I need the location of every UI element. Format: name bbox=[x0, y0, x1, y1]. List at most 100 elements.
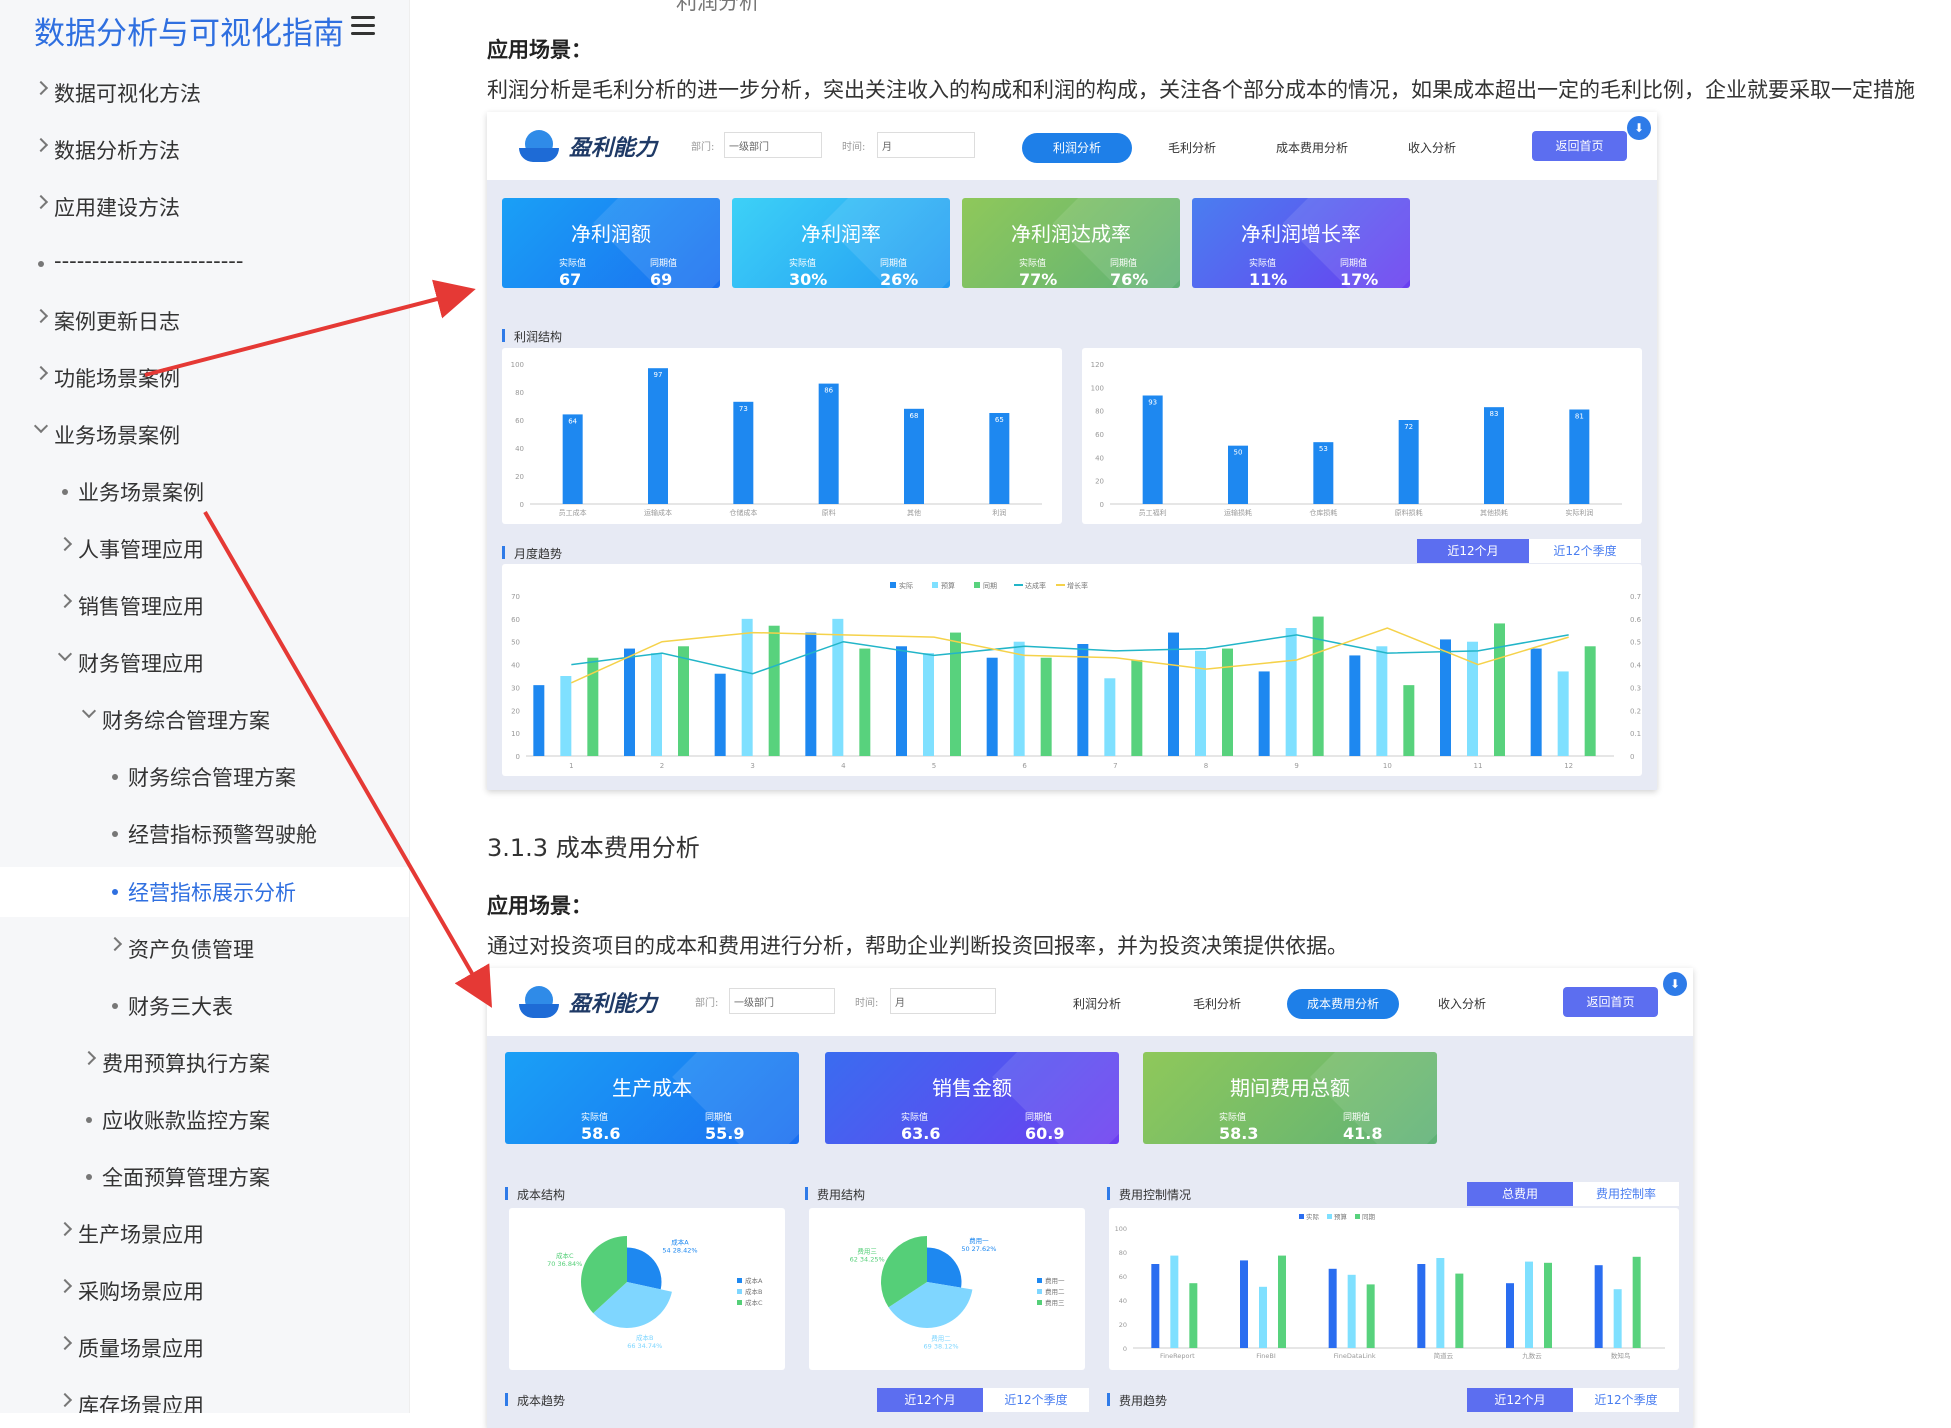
chevron-right-icon[interactable] bbox=[33, 137, 49, 153]
kpi-prior-value: 41.8 bbox=[1343, 1124, 1383, 1143]
seg2-12-quarters[interactable]: 近12个季度 bbox=[983, 1388, 1089, 1412]
seg-12-months[interactable]: 近12个月 bbox=[1417, 539, 1529, 563]
chevron-right-icon[interactable] bbox=[33, 308, 49, 324]
y2-tick-label: 0 bbox=[1630, 753, 1634, 761]
sidebar-item[interactable]: 资产负债管理 bbox=[0, 924, 409, 974]
sidebar-item[interactable]: 采购场景应用 bbox=[0, 1266, 409, 1316]
home-button-2[interactable]: 返回首页 bbox=[1563, 987, 1658, 1017]
sidebar-item[interactable]: 应用建设方法 bbox=[0, 182, 409, 232]
y-tick-label: 120 bbox=[1091, 361, 1104, 369]
chevron-down-icon[interactable] bbox=[57, 646, 73, 662]
kpi-actual-value: 11% bbox=[1249, 270, 1288, 288]
y-tick-label: 0 bbox=[1123, 1345, 1127, 1353]
chevron-right-icon[interactable] bbox=[57, 536, 73, 552]
time-select-2[interactable]: 月 bbox=[890, 988, 996, 1014]
chevron-right-icon[interactable] bbox=[57, 1335, 73, 1351]
time-select[interactable]: 月 bbox=[877, 132, 975, 158]
bar bbox=[1013, 641, 1025, 756]
sidebar-item[interactable]: 业务场景案例 bbox=[0, 467, 409, 517]
sidebar-item[interactable]: 经营指标预警驾驶舱 bbox=[0, 809, 409, 859]
sidebar-item[interactable]: 全面预算管理方案 bbox=[0, 1152, 409, 1202]
time-value-2: 月 bbox=[895, 998, 905, 1009]
x-tick-label: 数知鸟 bbox=[1611, 1351, 1631, 1360]
dept-select-2[interactable]: 一级部门 bbox=[729, 988, 835, 1014]
tab2-profit-analysis[interactable]: 利润分析 bbox=[1047, 989, 1147, 1019]
sidebar-title[interactable]: 数据分析与可视化指南 bbox=[34, 8, 344, 53]
sidebar-item[interactable]: 库存场景应用 bbox=[0, 1380, 409, 1413]
sidebar-item[interactable]: 销售管理应用 bbox=[0, 581, 409, 631]
sidebar-item[interactable]: 生产场景应用 bbox=[0, 1209, 409, 1259]
tab-gross-analysis[interactable]: 毛利分析 bbox=[1142, 133, 1242, 163]
sidebar-item-label: 财务三大表 bbox=[128, 995, 233, 1019]
sidebar-item-label: 数据可视化方法 bbox=[54, 82, 201, 106]
slice-value-label: 66 34.74% bbox=[627, 1342, 662, 1350]
chevron-right-icon[interactable] bbox=[57, 1221, 73, 1237]
seg-fee-control-rate[interactable]: 费用控制率 bbox=[1573, 1182, 1679, 1206]
sidebar-item[interactable]: 应收账款监控方案 bbox=[0, 1095, 409, 1145]
download-icon[interactable]: ⬇ bbox=[1627, 116, 1651, 140]
chevron-right-icon[interactable] bbox=[57, 1392, 73, 1408]
tab2-gross-analysis[interactable]: 毛利分析 bbox=[1167, 989, 1267, 1019]
chevron-right-icon[interactable] bbox=[81, 1050, 97, 1066]
chevron-right-icon[interactable] bbox=[33, 80, 49, 96]
chevron-right-icon[interactable] bbox=[57, 593, 73, 609]
legend-label: 达成率 bbox=[1025, 581, 1046, 590]
tab2-cost-analysis[interactable]: 成本费用分析 bbox=[1287, 989, 1399, 1019]
y-tick-label: 40 bbox=[515, 445, 524, 453]
legend-label: 成本A bbox=[745, 1276, 763, 1285]
chevron-right-icon[interactable] bbox=[33, 194, 49, 210]
legend-swatch bbox=[737, 1278, 742, 1283]
bar bbox=[1040, 657, 1052, 756]
sidebar-item-label: 采购场景应用 bbox=[78, 1280, 204, 1304]
menu-icon[interactable] bbox=[351, 16, 375, 38]
tab-income-analysis[interactable]: 收入分析 bbox=[1382, 133, 1482, 163]
seg2-12-months[interactable]: 近12个月 bbox=[877, 1388, 983, 1412]
seg3-12-months[interactable]: 近12个月 bbox=[1467, 1388, 1573, 1412]
chevron-right-icon[interactable] bbox=[57, 1278, 73, 1294]
slice-name-label: 费用一 bbox=[969, 1236, 989, 1245]
sidebar-item[interactable]: 数据分析方法 bbox=[0, 125, 409, 175]
home-button[interactable]: 返回首页 bbox=[1532, 131, 1627, 161]
chevron-right-icon[interactable] bbox=[33, 365, 49, 381]
x-tick-label: FineDataLink bbox=[1334, 1352, 1376, 1360]
sidebar-item[interactable]: 财务三大表 bbox=[0, 981, 409, 1031]
kpi-actual-value: 67 bbox=[559, 270, 582, 288]
chevron-down-icon[interactable] bbox=[81, 703, 97, 719]
kpi-card: 净利润增长率 实际值 同期值 11% 17% bbox=[1192, 198, 1410, 288]
tab2-income-analysis[interactable]: 收入分析 bbox=[1412, 989, 1512, 1019]
sidebar-item[interactable]: 财务综合管理方案 bbox=[0, 695, 409, 745]
dept-select[interactable]: 一级部门 bbox=[724, 132, 822, 158]
download-icon-2[interactable]: ⬇ bbox=[1663, 972, 1687, 996]
sidebar-item[interactable]: 经营指标展示分析 bbox=[0, 867, 409, 917]
sidebar-item[interactable]: 费用预算执行方案 bbox=[0, 1038, 409, 1088]
seg3-12-quarters[interactable]: 近12个季度 bbox=[1573, 1388, 1679, 1412]
chevron-right-icon[interactable] bbox=[107, 936, 123, 952]
y-tick-label: 70 bbox=[511, 593, 520, 601]
x-tick-label: 九数云 bbox=[1522, 1351, 1542, 1360]
sidebar-item[interactable]: 财务综合管理方案 bbox=[0, 752, 409, 802]
kpi-card: 净利润额 实际值 同期值 67 69 bbox=[502, 198, 720, 288]
kpi-prior-label: 同期值 bbox=[1340, 259, 1368, 269]
sidebar-item[interactable]: 人事管理应用 bbox=[0, 524, 409, 574]
x-tick-label: 简道云 bbox=[1434, 1351, 1454, 1360]
chevron-down-icon[interactable] bbox=[33, 418, 49, 434]
bullet-icon bbox=[112, 831, 118, 837]
seg-total-fee[interactable]: 总费用 bbox=[1467, 1182, 1573, 1206]
sidebar-item-label: 费用预算执行方案 bbox=[102, 1052, 270, 1076]
sidebar-item[interactable]: 数据可视化方法 bbox=[0, 68, 409, 118]
fee-control-label: 费用控制情况 bbox=[1107, 1186, 1191, 1203]
sidebar-item[interactable]: 质量场景应用 bbox=[0, 1323, 409, 1373]
kpi-actual-label: 实际值 bbox=[901, 1113, 929, 1123]
tab-profit-analysis[interactable]: 利润分析 bbox=[1022, 133, 1132, 163]
seg-12-quarters[interactable]: 近12个季度 bbox=[1529, 539, 1641, 563]
sidebar-item[interactable]: 财务管理应用 bbox=[0, 638, 409, 688]
tab-cost-analysis[interactable]: 成本费用分析 bbox=[1252, 133, 1372, 163]
sidebar-item-label: 人事管理应用 bbox=[78, 538, 204, 562]
sidebar-item[interactable]: 业务场景案例 bbox=[0, 410, 409, 460]
x-tick-label: 8 bbox=[1204, 762, 1208, 770]
slice-name-label: 费用二 bbox=[931, 1334, 951, 1343]
sidebar-item[interactable]: 案例更新日志 bbox=[0, 296, 409, 346]
sidebar-item[interactable]: 功能场景案例 bbox=[0, 353, 409, 403]
sidebar-item[interactable]: ------------------------- bbox=[0, 239, 409, 289]
bar bbox=[1584, 646, 1596, 756]
